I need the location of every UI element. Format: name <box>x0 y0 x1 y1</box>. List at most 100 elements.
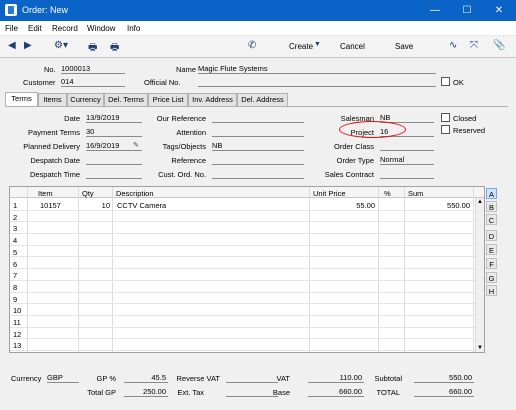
table-row[interactable]: 3 <box>10 222 475 235</box>
minimize-icon[interactable]: — <box>420 0 450 21</box>
table-row[interactable]: 10 <box>10 304 475 316</box>
edit-pencil-icon[interactable]: ✎ <box>133 141 139 149</box>
grid-scrollbar[interactable]: ▲ ▼ <box>475 198 484 352</box>
our-reference-label: Our Reference <box>156 114 206 123</box>
total-field: 660.00 <box>414 387 474 397</box>
side-tab-f[interactable]: F <box>486 258 497 269</box>
attention-field[interactable] <box>212 127 304 137</box>
tab-price-list[interactable]: Price List <box>148 93 188 106</box>
planned-delivery-label: Planned Delivery <box>23 142 80 151</box>
currency-field[interactable]: GBP <box>47 373 79 383</box>
table-row[interactable]: 11 <box>10 316 475 328</box>
customer-field[interactable]: 014 <box>61 77 125 87</box>
title-bar: Order: New — ☐ ✕ <box>0 0 516 21</box>
tab-del-terms[interactable]: Del. Terms <box>104 93 148 106</box>
tab-terms[interactable]: Terms <box>5 92 38 106</box>
gear-icon[interactable]: ⚙▾ <box>54 40 68 51</box>
menu-record[interactable]: Record <box>52 24 78 33</box>
our-reference-field[interactable] <box>212 113 304 123</box>
table-row[interactable]: 5 <box>10 246 475 258</box>
reference-field[interactable] <box>212 155 304 165</box>
tags-objects-label: Tags/Objects <box>162 142 206 151</box>
table-row[interactable]: 9 <box>10 293 475 305</box>
attachment-icon[interactable]: 📎 <box>493 40 505 51</box>
tab-inv-address[interactable]: Inv. Address <box>188 93 237 106</box>
table-row[interactable]: 7 <box>10 269 475 281</box>
ok-checkbox[interactable] <box>441 77 450 86</box>
table-row[interactable]: 12 <box>10 328 475 340</box>
cell-qty[interactable]: 10 <box>80 201 110 210</box>
print-icon[interactable]: 🖶 <box>88 40 97 57</box>
cell-item[interactable]: 10157 <box>40 201 61 210</box>
official-no-label: Official No. <box>144 78 181 87</box>
side-tab-d[interactable]: D <box>486 230 497 241</box>
window-title: Order: New <box>22 5 69 15</box>
despatch-date-field[interactable] <box>86 155 142 165</box>
no-label: No. <box>44 65 56 74</box>
cust-ord-no-field[interactable] <box>212 169 304 179</box>
table-row[interactable]: 13 <box>10 339 475 352</box>
closed-checkbox[interactable] <box>441 113 450 122</box>
cell-description[interactable]: CCTV Camera <box>117 201 166 210</box>
despatch-date-label: Despatch Date <box>30 156 80 165</box>
order-type-field[interactable]: Normal <box>380 155 434 165</box>
previous-icon[interactable]: ◀ <box>8 40 16 51</box>
date-field[interactable]: 13/9/2019 <box>86 113 142 123</box>
table-row[interactable]: 1 10157 10 CCTV Camera 55.00 550.00 <box>10 199 475 211</box>
table-row[interactable]: 6 <box>10 258 475 270</box>
official-no-field[interactable] <box>198 77 436 87</box>
menu-window[interactable]: Window <box>87 24 115 33</box>
side-tab-b[interactable]: B <box>486 201 497 212</box>
cust-ord-no-label: Cust. Ord. No. <box>158 170 206 179</box>
col-item[interactable]: Item <box>38 189 53 198</box>
cell-sum[interactable]: 550.00 <box>406 201 470 210</box>
table-row[interactable]: 2 <box>10 211 475 223</box>
side-tab-a[interactable]: A <box>486 188 497 199</box>
reserved-checkbox[interactable] <box>441 125 450 134</box>
expand-icon[interactable]: ⤧ <box>470 40 478 51</box>
ok-label: OK <box>453 78 464 87</box>
table-row[interactable]: 8 <box>10 281 475 293</box>
col-description[interactable]: Description <box>116 189 154 198</box>
save-button[interactable]: Save <box>395 42 413 51</box>
activity-icon[interactable]: ∿ <box>449 40 457 51</box>
items-grid[interactable]: Item Qty Description Unit Price % Sum 1 … <box>9 186 485 353</box>
sales-contract-field[interactable] <box>380 169 434 179</box>
create-button[interactable]: Create <box>289 42 313 51</box>
col-unit-price[interactable]: Unit Price <box>313 189 346 198</box>
despatch-time-field[interactable] <box>86 169 142 179</box>
row-number: 1 <box>13 201 18 210</box>
reference-label: Reference <box>171 156 206 165</box>
name-field[interactable]: Magic Flute Systems <box>198 64 436 74</box>
order-class-field[interactable] <box>380 141 434 151</box>
col-percent[interactable]: % <box>384 189 391 198</box>
table-row[interactable]: 4 <box>10 234 475 246</box>
payment-terms-field[interactable]: 30 <box>86 127 142 137</box>
maximize-icon[interactable]: ☐ <box>452 0 482 21</box>
total-gp-label: Total GP <box>87 388 116 397</box>
col-sum[interactable]: Sum <box>408 189 423 198</box>
menu-edit[interactable]: Edit <box>28 24 42 33</box>
col-qty[interactable]: Qty <box>82 189 94 198</box>
menu-info[interactable]: Info <box>127 24 140 33</box>
close-icon[interactable]: ✕ <box>484 0 514 21</box>
menu-file[interactable]: File <box>5 24 18 33</box>
next-icon[interactable]: ▶ <box>24 40 32 51</box>
tags-objects-field[interactable]: NB <box>212 141 304 151</box>
no-field[interactable]: 1000013 <box>61 64 125 74</box>
side-tab-c[interactable]: C <box>486 214 497 225</box>
side-tab-h[interactable]: H <box>486 285 497 296</box>
chevron-down-icon[interactable]: ▼ <box>314 41 321 48</box>
scroll-up-icon[interactable]: ▲ <box>477 199 483 205</box>
row-number: 12 <box>13 329 22 339</box>
tab-currency[interactable]: Currency <box>67 93 104 106</box>
phone-icon[interactable]: ✆ <box>248 40 256 51</box>
tab-items[interactable]: Items <box>38 93 67 106</box>
cancel-button[interactable]: Cancel <box>340 42 365 51</box>
scroll-down-icon[interactable]: ▼ <box>477 345 483 351</box>
tab-del-address[interactable]: Del. Address <box>237 93 288 106</box>
side-tab-e[interactable]: E <box>486 244 497 255</box>
print-preview-icon[interactable]: 🖶 <box>110 40 119 57</box>
side-tab-g[interactable]: G <box>486 272 497 283</box>
cell-unit-price[interactable]: 55.00 <box>310 201 375 210</box>
